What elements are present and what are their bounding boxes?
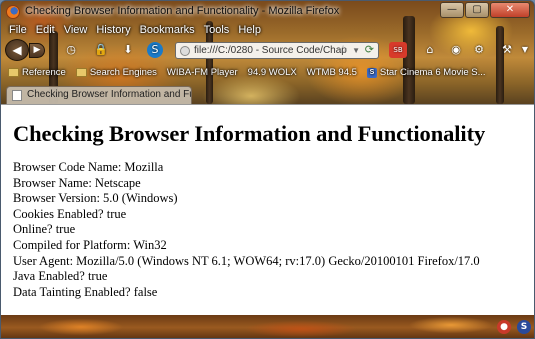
info-online: Online? true <box>13 222 76 237</box>
tab-label: Checking Browser Information and Func... <box>27 89 191 100</box>
skype-icon[interactable]: S <box>147 42 163 58</box>
info-platform: Compiled for Platform: Win32 <box>13 237 167 252</box>
history-clock-icon[interactable]: ◷ <box>63 42 79 58</box>
back-button[interactable]: ◀ <box>5 39 29 61</box>
tab-active[interactable]: Checking Browser Information and Func... <box>6 86 192 104</box>
bookmark-wiba[interactable]: WIBA-FM Player <box>164 67 241 78</box>
home-icon[interactable]: ⌂ <box>422 42 438 58</box>
page-icon <box>12 90 22 101</box>
lock-icon[interactable]: 🔒 <box>93 42 109 58</box>
title-bar[interactable]: Checking Browser Information and Functio… <box>1 1 534 23</box>
info-data-tainting: Data Tainting Enabled? false <box>13 284 158 299</box>
info-cookies-enabled: Cookies Enabled? true <box>13 206 127 221</box>
addon-status-icon[interactable]: ● <box>497 320 511 334</box>
addon-icon[interactable]: ⚙ <box>471 42 487 58</box>
bookmark-label: Star Cinema 6 Movie S... <box>379 67 486 78</box>
search-engine-icon[interactable]: SB <box>389 42 407 58</box>
browser-window: Checking Browser Information and Functio… <box>0 0 535 339</box>
url-dropdown-icon[interactable]: ▼ <box>352 43 360 58</box>
menu-bookmarks[interactable]: Bookmarks <box>140 24 195 36</box>
info-user-agent: User Agent: Mozilla/5.0 (Windows NT 6.1;… <box>13 253 480 268</box>
menu-bar: File Edit View History Bookmarks Tools H… <box>9 24 261 36</box>
folder-icon <box>8 68 19 77</box>
tools-wrench-icon[interactable]: ⚒ <box>499 42 515 58</box>
menu-tools[interactable]: Tools <box>204 24 230 36</box>
menu-view[interactable]: View <box>64 24 88 36</box>
folder-icon <box>75 68 87 77</box>
bookmarks-toolbar: Reference Search Engines WIBA-FM Player … <box>5 67 489 78</box>
toolbar-overflow-icon[interactable]: ▼ <box>517 42 533 58</box>
bookmark-star-icon[interactable]: ☆ <box>338 43 348 58</box>
bookmark-label: WIBA-FM Player <box>166 67 238 78</box>
info-browser-name: Browser Name: Netscape <box>13 175 141 190</box>
reload-icon[interactable]: ⟳ <box>365 43 374 58</box>
menu-help[interactable]: Help <box>238 24 261 36</box>
firefox-logo-icon[interactable] <box>6 5 20 19</box>
skype-status-icon[interactable]: S <box>517 320 531 334</box>
page-content: Checking Browser Information and Functio… <box>1 104 534 315</box>
close-button[interactable]: ✕ <box>490 2 530 18</box>
forward-button[interactable]: ▶ <box>29 43 45 58</box>
bookmark-wtmb[interactable]: WTMB 94.5 <box>304 67 360 78</box>
addon-bar: ● S <box>1 315 534 338</box>
menu-edit[interactable]: Edit <box>36 24 55 36</box>
bookmark-star-cinema[interactable]: S Star Cinema 6 Movie S... <box>364 67 489 78</box>
info-browser-version: Browser Version: 5.0 (Windows) <box>13 191 178 206</box>
bookmark-label: Reference <box>22 67 66 78</box>
bookmark-folder-search-engines[interactable]: Search Engines <box>73 67 160 78</box>
bookmark-label: WTMB 94.5 <box>306 67 357 78</box>
info-java-enabled: Java Enabled? true <box>13 269 108 284</box>
site-favicon-icon: S <box>366 67 377 78</box>
eye-addon-icon[interactable]: ◉ <box>448 42 464 58</box>
bookmark-label: Search Engines <box>89 67 157 78</box>
window-title: Checking Browser Information and Functio… <box>25 5 340 17</box>
bookmark-wolx[interactable]: 94.9 WOLX <box>245 67 300 78</box>
window-controls: — ▢ ✕ <box>440 2 530 18</box>
bookmark-folder-reference[interactable]: Reference <box>5 67 69 78</box>
site-identity-icon[interactable] <box>180 46 190 56</box>
bookmark-label: 94.9 WOLX <box>247 67 297 78</box>
page-heading: Checking Browser Information and Functio… <box>13 121 486 146</box>
url-text: file:///C:/0280 - Source Code/Chap <box>194 45 347 56</box>
info-code-name: Browser Code Name: Mozilla <box>13 160 164 174</box>
maximize-button[interactable]: ▢ <box>465 2 489 18</box>
address-bar[interactable]: file:///C:/0280 - Source Code/Chap ☆ ▼ ⟳ <box>175 42 379 59</box>
minimize-button[interactable]: — <box>440 2 464 18</box>
download-icon[interactable]: ⬇ <box>120 42 136 58</box>
navigation-toolbar: ◀ ▶ ◷ 🔒 ⬇ S file:///C:/0280 - Source Cod… <box>1 38 534 62</box>
menu-file[interactable]: File <box>9 24 27 36</box>
menu-history[interactable]: History <box>96 24 130 36</box>
